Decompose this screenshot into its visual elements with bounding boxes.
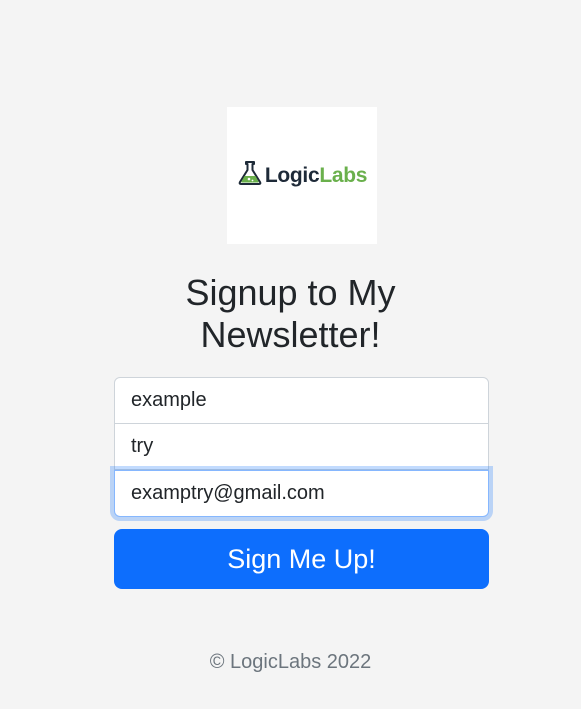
flask-icon [237, 160, 263, 191]
logo-wordmark: LogicLabs [264, 163, 368, 187]
signup-page: LogicLabs Signup to My Newsletter! Sign … [0, 0, 581, 709]
page-title: Signup to My Newsletter! [0, 272, 581, 356]
signup-form [114, 377, 489, 517]
page-title-line-2: Newsletter! [200, 314, 381, 355]
logo: LogicLabs [227, 107, 377, 244]
first-name-input[interactable] [114, 377, 489, 424]
page-title-line-1: Signup to My [185, 272, 396, 313]
email-input[interactable] [114, 470, 489, 517]
sign-up-button[interactable]: Sign Me Up! [114, 529, 489, 589]
footer-copyright: © LogicLabs 2022 [209, 651, 372, 673]
last-name-input[interactable] [114, 424, 489, 470]
